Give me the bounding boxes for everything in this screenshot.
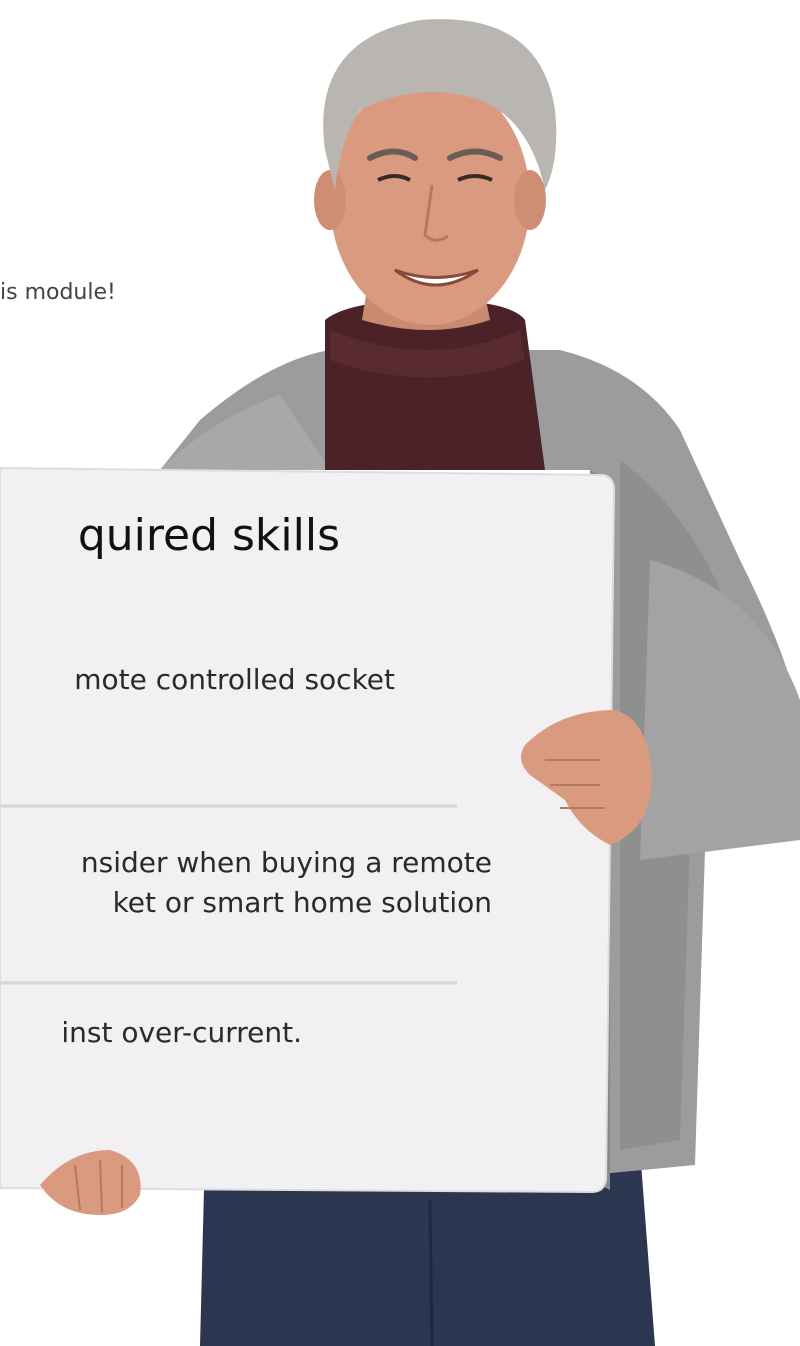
board-item-1-text: mote controlled socket	[74, 663, 395, 696]
board-item-3-text: inst over-current.	[61, 1016, 302, 1049]
board-item-2: nsider when buying a remote ket or smart…	[0, 843, 600, 933]
board-item-3: inst over-current.	[0, 1013, 600, 1063]
board-heading: quired skills	[0, 510, 600, 580]
board-item-2-line-1: nsider when buying a remote	[80, 846, 492, 879]
caption-text: is module!	[0, 280, 116, 305]
board-heading-text: quired skills	[77, 510, 340, 561]
board-item-1: mote controlled socket	[0, 660, 600, 710]
board-item-2-line-2: ket or smart home solution	[112, 886, 492, 919]
board-item-2-text: nsider when buying a remote ket or smart…	[81, 843, 492, 923]
